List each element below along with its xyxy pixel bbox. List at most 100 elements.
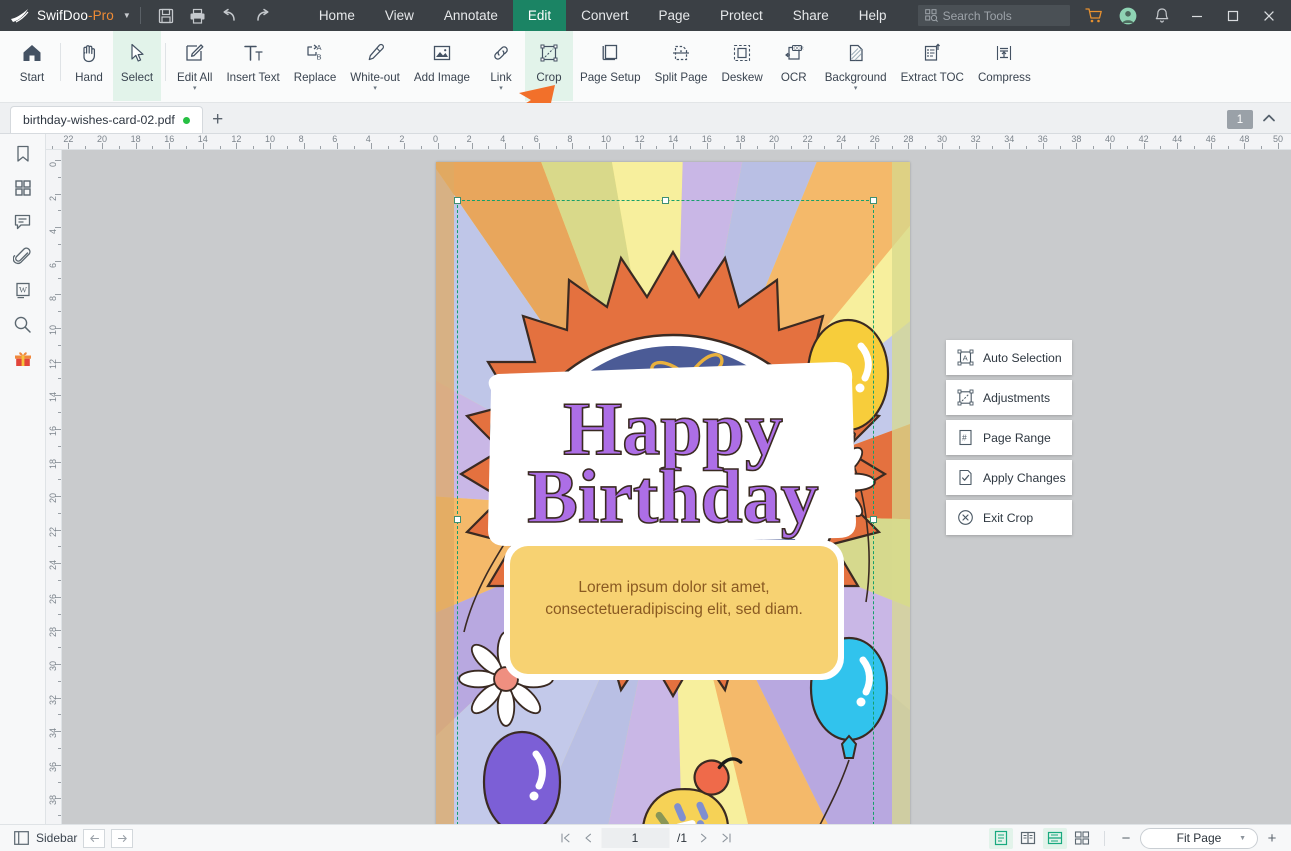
zoom-out-button[interactable]: −	[1115, 828, 1137, 849]
print-icon[interactable]	[184, 4, 212, 28]
ribbon-button-split-page[interactable]: Split Page	[648, 31, 715, 101]
save-icon[interactable]	[152, 4, 180, 28]
ribbon-button-white-out[interactable]: White-out ▾	[343, 31, 407, 101]
ribbon-button-add-image[interactable]: Add Image	[407, 31, 477, 101]
menu-item-view[interactable]: View	[370, 0, 429, 31]
ribbon-button-ocr[interactable]: OCR OCR	[770, 31, 818, 101]
menu-item-edit[interactable]: Edit	[512, 0, 567, 31]
new-tab-button[interactable]: +	[203, 106, 233, 133]
menu-item-share[interactable]: Share	[778, 0, 844, 31]
ruler-label: 10	[601, 134, 612, 144]
two-page-view-button[interactable]	[1016, 828, 1040, 849]
chevron-down-icon[interactable]: ▾	[193, 85, 197, 92]
pdf-page[interactable]: Happy Birthday Lorem ipsum dolor sit ame…	[436, 162, 910, 824]
menu-item-annotate[interactable]: Annotate	[429, 0, 513, 31]
ribbon-button-page-setup[interactable]: Page Setup	[573, 31, 648, 101]
ruler-label: 24	[48, 560, 58, 571]
ribbon-button-link[interactable]: Link ▾	[477, 31, 525, 101]
brand-chevron-down-icon[interactable]: ▼	[123, 11, 131, 20]
pdf-canvas[interactable]: Happy Birthday Lorem ipsum dolor sit ame…	[62, 150, 1291, 824]
horizontal-ruler[interactable]: 2422201816141210864202468101214161820222…	[46, 134, 1291, 150]
notification-icon[interactable]	[1145, 0, 1179, 31]
grid-view-button[interactable]	[1070, 828, 1094, 849]
ribbon-button-start[interactable]: Start	[8, 31, 56, 101]
chevron-down-icon[interactable]: ▾	[373, 85, 377, 92]
ruler-label: 30	[48, 660, 58, 671]
continuous-view-button[interactable]	[1043, 827, 1067, 849]
crop-menu-exit-crop[interactable]: Exit Crop	[946, 500, 1072, 535]
menu-item-page[interactable]: Page	[643, 0, 705, 31]
nav-forward-button[interactable]	[111, 828, 134, 848]
crop-menu-adjustments[interactable]: Adjustments	[946, 380, 1072, 415]
apply-changes-icon	[959, 469, 972, 486]
comment-icon[interactable]	[7, 210, 39, 234]
account-icon[interactable]	[1111, 0, 1145, 31]
cart-icon[interactable]	[1077, 0, 1111, 31]
page-count-badge[interactable]: 1	[1227, 110, 1253, 129]
menu-item-home[interactable]: Home	[304, 0, 370, 31]
document-tab[interactable]: birthday-wishes-card-02.pdf	[10, 106, 203, 133]
undo-icon[interactable]	[216, 4, 244, 28]
chevron-down-icon[interactable]: ▾	[854, 85, 858, 92]
menu-item-help[interactable]: Help	[844, 0, 902, 31]
menu-item-protect[interactable]: Protect	[705, 0, 778, 31]
main-body: W 24222018161412108642024681012141618202…	[0, 134, 1291, 824]
first-page-button[interactable]	[555, 828, 575, 848]
crop-menu-auto-selection[interactable]: A Auto Selection	[946, 340, 1072, 375]
ribbon-button-insert-text[interactable]: Insert Text	[219, 31, 286, 101]
ribbon-button-background[interactable]: Background ▾	[818, 31, 894, 101]
crop-menu-label: Auto Selection	[983, 350, 1062, 365]
redo-icon[interactable]	[248, 4, 276, 28]
ribbon-button-select[interactable]: Select	[113, 31, 161, 101]
maximize-button[interactable]	[1215, 0, 1251, 31]
ruler-label: 48	[1239, 134, 1250, 144]
search-icon[interactable]	[7, 312, 39, 336]
ribbon-button-compress[interactable]: Compress	[971, 31, 1038, 101]
menu-item-convert[interactable]: Convert	[566, 0, 643, 31]
ribbon-button-hand[interactable]: Hand	[65, 31, 113, 101]
collapse-ribbon-chevron-up-icon[interactable]	[1257, 111, 1281, 129]
ribbon-button-replace[interactable]: AB Replace	[287, 31, 344, 101]
thumbnails-icon[interactable]	[7, 176, 39, 200]
minimize-button[interactable]	[1179, 0, 1215, 31]
ribbon-label-page-setup: Page Setup	[579, 71, 641, 84]
crop-menu-page-range[interactable]: # Page Range	[946, 420, 1072, 455]
ribbon-button-extract-toc[interactable]: Extract TOC	[894, 31, 971, 101]
crop-menu-apply-changes[interactable]: Apply Changes	[946, 460, 1072, 495]
ribbon-label-select: Select	[120, 71, 154, 84]
ruler-label: 20	[97, 134, 108, 144]
birthday-card-artwork: Happy Birthday Lorem ipsum dolor sit ame…	[436, 162, 910, 824]
vertical-ruler[interactable]: 0246810121416182022242628303234363840	[46, 150, 62, 824]
single-page-view-button[interactable]	[989, 827, 1013, 849]
zoom-level-select[interactable]: Fit Page ▼	[1140, 827, 1258, 849]
ruler-label: 0	[48, 161, 58, 167]
chevron-down-icon[interactable]: ▾	[499, 85, 503, 92]
last-page-button[interactable]	[716, 828, 736, 848]
ribbon-button-deskew[interactable]: Deskew	[714, 31, 769, 101]
bookmark-icon[interactable]	[7, 142, 39, 166]
ribbon-label-insert-text: Insert Text	[226, 71, 280, 84]
zoom-in-button[interactable]: +	[1261, 828, 1283, 849]
crop-menu-label: Adjustments	[983, 390, 1051, 405]
attachment-icon[interactable]	[7, 244, 39, 268]
page-number-input[interactable]: 1	[600, 828, 669, 848]
word-icon[interactable]: W	[7, 278, 39, 302]
ruler-label: 20	[769, 134, 780, 144]
search-tools-input[interactable]: Search Tools	[917, 5, 1070, 26]
sidebar-toggle[interactable]: Sidebar	[8, 831, 77, 845]
ribbon-button-edit-all[interactable]: Edit All ▾	[170, 31, 219, 101]
previous-page-button[interactable]	[578, 828, 598, 848]
app-brand[interactable]: SwifDoo-Pro ▼	[0, 7, 131, 25]
ruler-label: 38	[1071, 134, 1082, 144]
nav-back-button[interactable]	[83, 828, 106, 848]
ruler-tick	[790, 146, 792, 149]
ribbon-label-deskew: Deskew	[721, 71, 763, 84]
close-button[interactable]	[1251, 0, 1287, 31]
adjustments-icon	[957, 389, 974, 406]
link-icon	[489, 39, 513, 67]
ribbon-button-crop[interactable]: Crop	[524, 31, 573, 101]
chevron-down-icon[interactable]: ▼	[1239, 835, 1246, 842]
gift-icon[interactable]	[7, 346, 39, 370]
next-page-button[interactable]	[693, 828, 713, 848]
swifdoo-logo-icon	[10, 7, 30, 25]
